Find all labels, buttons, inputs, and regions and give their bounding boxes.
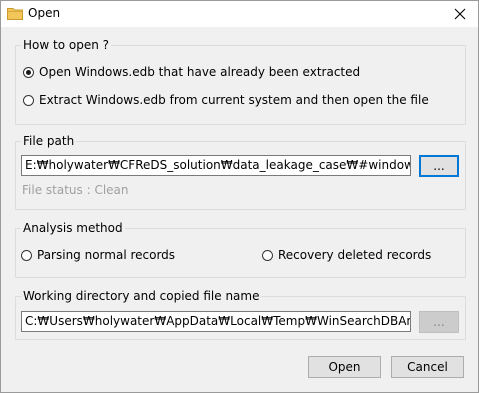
radio-extract-current[interactable]: Extract Windows.edb from current system … <box>23 93 429 107</box>
radio-recovery-deleted[interactable]: Recovery deleted records <box>262 248 431 262</box>
file-path-label: File path <box>21 134 77 148</box>
radio-open-extracted-indicator[interactable] <box>23 66 34 78</box>
analysis-method-label: Analysis method <box>21 221 125 235</box>
radio-recovery-deleted-label: Recovery deleted records <box>278 248 432 262</box>
radio-parsing-normal-indicator[interactable] <box>21 249 32 261</box>
cancel-button[interactable]: Cancel <box>391 356 464 378</box>
folder-icon <box>7 8 23 20</box>
how-to-open-label: How to open ? <box>21 38 111 52</box>
how-to-open-group <box>15 45 466 125</box>
open-button[interactable]: Open <box>308 356 381 378</box>
radio-extract-current-label: Extract Windows.edb from current system … <box>39 93 429 107</box>
title-bar: Open <box>1 1 478 27</box>
file-path-input[interactable]: E:₩holywater₩CFReDS_solution₩data_leakag… <box>21 155 411 176</box>
radio-parsing-normal[interactable]: Parsing normal records <box>21 248 175 262</box>
working-dir-input[interactable]: C:₩Users₩holywater₩AppData₩Local₩Temp₩Wi… <box>21 311 411 332</box>
close-icon <box>454 8 466 20</box>
window-title: Open <box>28 6 61 20</box>
open-dialog: Open How to open ? Open Windows.edb that… <box>0 0 479 393</box>
radio-extract-current-indicator[interactable] <box>23 94 34 106</box>
radio-open-extracted-label: Open Windows.edb that have already been … <box>39 65 361 79</box>
radio-open-extracted[interactable]: Open Windows.edb that have already been … <box>23 65 360 79</box>
working-dir-label: Working directory and copied file name <box>21 289 262 303</box>
radio-recovery-deleted-indicator[interactable] <box>262 249 273 261</box>
radio-parsing-normal-label: Parsing normal records <box>37 248 176 262</box>
file-path-browse-button[interactable]: ... <box>419 155 459 177</box>
file-status-text: File status : Clean <box>22 183 129 197</box>
working-dir-browse-button[interactable]: ... <box>419 311 459 333</box>
close-button[interactable] <box>442 1 478 27</box>
